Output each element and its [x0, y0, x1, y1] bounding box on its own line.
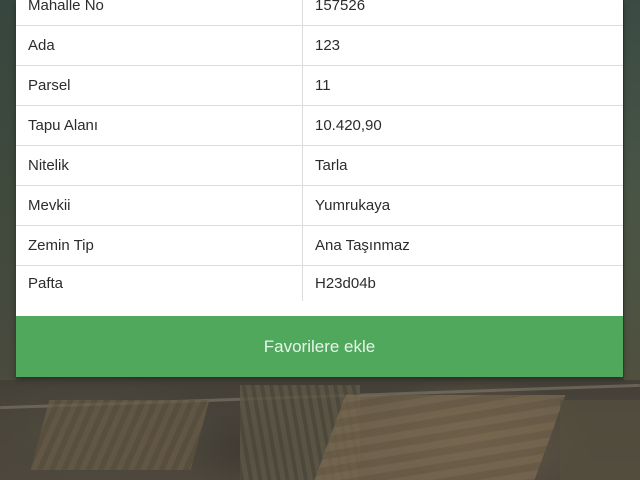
row-value: Tarla	[315, 157, 348, 174]
table-row: Mevkii Yumrukaya	[16, 186, 623, 226]
table-row: Pafta H23d04b	[16, 266, 623, 301]
table-row: Parsel 11	[16, 66, 623, 106]
row-value: Ana Taşınmaz	[315, 237, 410, 254]
map-field	[560, 400, 640, 480]
map-edge-right	[624, 0, 640, 380]
row-label: Tapu Alanı	[16, 106, 303, 145]
row-value: 157526	[315, 0, 366, 14]
map-field	[30, 400, 210, 470]
parcel-info-panel: Mahalle No 157526 Ada 123 Parsel 11 Tapu…	[16, 0, 623, 377]
add-to-favorites-button[interactable]: Favorilere ekle	[16, 316, 623, 377]
row-value: 11	[315, 77, 331, 94]
table-row: Ada 123	[16, 26, 623, 66]
parcel-info-table: Mahalle No 157526 Ada 123 Parsel 11 Tapu…	[16, 0, 623, 301]
row-value: Yumrukaya	[315, 197, 391, 214]
row-label: Mevkii	[16, 186, 303, 225]
map-edge-left	[0, 0, 16, 380]
table-row: Zemin Tip Ana Taşınmaz	[16, 226, 623, 266]
row-value: 10.420,90	[315, 117, 382, 134]
row-label: Zemin Tip	[16, 226, 303, 265]
row-label: Mahalle No	[16, 0, 303, 25]
row-label: Nitelik	[16, 146, 303, 185]
table-row: Tapu Alanı 10.420,90	[16, 106, 623, 146]
row-value: H23d04b	[315, 275, 376, 292]
row-label: Parsel	[16, 66, 303, 105]
table-row: Nitelik Tarla	[16, 146, 623, 186]
map-road	[0, 383, 640, 410]
satellite-map[interactable]: Mahalle No 157526 Ada 123 Parsel 11 Tapu…	[0, 0, 640, 480]
map-field	[314, 395, 566, 480]
row-label: Pafta	[16, 266, 303, 301]
row-value: 123	[315, 37, 341, 54]
table-row: Mahalle No 157526	[16, 0, 623, 26]
row-label: Ada	[16, 26, 303, 65]
